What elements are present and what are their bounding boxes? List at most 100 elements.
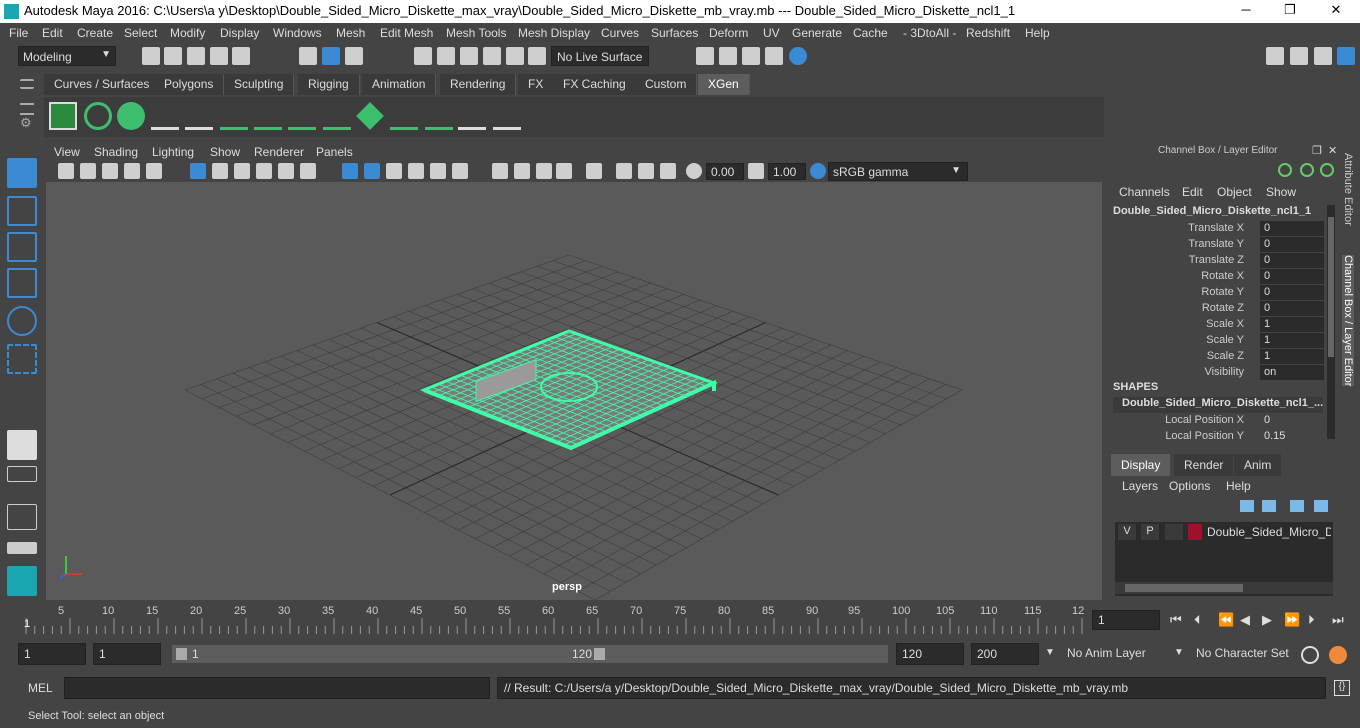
menu-edit[interactable]: Edit bbox=[42, 26, 63, 40]
gear-icon[interactable]: ⚙ bbox=[20, 115, 32, 131]
render-view-icon[interactable] bbox=[696, 47, 714, 65]
wireframe-on-shaded-icon[interactable] bbox=[234, 163, 250, 179]
attr-visibility[interactable]: Visibility on bbox=[1108, 365, 1324, 381]
range-end-handle[interactable] bbox=[594, 648, 605, 660]
channel-keyed-icon[interactable] bbox=[1278, 163, 1292, 177]
exposure-field[interactable]: 0.00 bbox=[706, 163, 744, 180]
go-to-end-icon[interactable]: ⏭ bbox=[1332, 612, 1344, 628]
menu-cache[interactable]: Cache bbox=[853, 26, 888, 40]
xgen-guides-to-curves-icon[interactable] bbox=[425, 102, 453, 130]
select-object-icon[interactable] bbox=[322, 47, 340, 65]
play-forwards-icon[interactable]: ▶ bbox=[1262, 612, 1272, 628]
layer-move-up-icon[interactable] bbox=[1240, 500, 1254, 512]
ipr-render-icon[interactable] bbox=[742, 47, 760, 65]
attr-value[interactable]: 0 bbox=[1260, 221, 1324, 236]
minimize-button[interactable]: ─ bbox=[1236, 2, 1256, 20]
attr-value[interactable]: 0 bbox=[1260, 285, 1324, 300]
attr-rotate-z[interactable]: Rotate Z 0 bbox=[1108, 301, 1324, 317]
xgen-collection-icon[interactable] bbox=[117, 102, 145, 130]
xgen-curves-to-guides-icon[interactable] bbox=[458, 102, 486, 130]
layer-h-scrollbar[interactable] bbox=[1115, 582, 1333, 594]
script-editor-icon[interactable]: {} bbox=[1334, 680, 1350, 696]
attr-translate-y[interactable]: Translate Y 0 bbox=[1108, 237, 1324, 253]
isolate-select-icon[interactable] bbox=[342, 163, 358, 179]
single-perspective-layout-icon[interactable] bbox=[7, 430, 37, 460]
cb-menu-object[interactable]: Object bbox=[1217, 185, 1252, 199]
cb-menu-channels[interactable]: Channels bbox=[1119, 185, 1170, 199]
menu-uv[interactable]: UV bbox=[763, 26, 780, 40]
colorspace-dropdown[interactable]: sRGB gamma ▼ bbox=[828, 162, 968, 181]
panel-menu-view[interactable]: View bbox=[54, 145, 80, 159]
menu-display[interactable]: Display bbox=[220, 26, 259, 40]
layer-menu-layers[interactable]: Layers bbox=[1122, 479, 1158, 493]
wireframe-mode-icon[interactable] bbox=[190, 163, 206, 179]
attr-value[interactable]: 0 bbox=[1260, 413, 1324, 428]
close-panel-icon[interactable]: ✕ bbox=[1328, 144, 1337, 157]
film-gate-icon[interactable] bbox=[146, 163, 162, 179]
attr-rotate-y[interactable]: Rotate Y 0 bbox=[1108, 285, 1324, 301]
menu-select[interactable]: Select bbox=[124, 26, 157, 40]
attr-value[interactable]: 0 bbox=[1260, 301, 1324, 316]
menu-deform[interactable]: Deform bbox=[709, 26, 748, 40]
xgen-place-guide-icon[interactable] bbox=[220, 102, 248, 130]
tab-rendering[interactable]: Rendering bbox=[440, 74, 517, 95]
auto-key-icon[interactable] bbox=[1301, 646, 1319, 664]
xgen-editor-icon[interactable] bbox=[49, 102, 77, 130]
command-input[interactable] bbox=[64, 677, 490, 699]
make-live-icon[interactable] bbox=[528, 47, 546, 65]
attr-local-position-y[interactable]: Local Position Y 0.15 bbox=[1108, 429, 1324, 445]
go-to-start-icon[interactable]: ⏮ bbox=[1170, 612, 1182, 628]
close-button[interactable]: ✕ bbox=[1326, 2, 1346, 20]
attr-value[interactable]: 0.15 bbox=[1260, 429, 1324, 444]
attr-translate-z[interactable]: Translate Z 0 bbox=[1108, 253, 1324, 269]
open-scene-icon[interactable] bbox=[164, 47, 182, 65]
hypershade-icon[interactable] bbox=[789, 47, 807, 65]
paint-select-tool-icon[interactable] bbox=[7, 232, 37, 262]
attr-scale-y[interactable]: Scale Y 1 bbox=[1108, 333, 1324, 349]
motion-blur-icon[interactable] bbox=[452, 163, 468, 179]
new-layer-icon[interactable] bbox=[1290, 500, 1304, 512]
xgen-bend-guide-icon[interactable] bbox=[390, 102, 418, 130]
tab-channel-box-layer-editor[interactable]: Channel Box / Layer Editor bbox=[1342, 255, 1354, 387]
tab-attribute-editor[interactable]: Attribute Editor bbox=[1342, 153, 1354, 226]
resolution-gate-icon[interactable] bbox=[536, 163, 552, 179]
tab-custom[interactable]: Custom bbox=[635, 74, 698, 95]
snap-curve-icon[interactable] bbox=[437, 47, 455, 65]
persp-outliner-layout-icon[interactable] bbox=[7, 504, 37, 530]
range-slider-track[interactable] bbox=[610, 645, 888, 663]
layer-move-down-icon[interactable] bbox=[1262, 500, 1276, 512]
tab-sculpting[interactable]: Sculpting bbox=[224, 74, 295, 95]
attr-translate-x[interactable]: Translate X 0 bbox=[1108, 221, 1324, 237]
safe-action-icon[interactable] bbox=[616, 163, 632, 179]
four-view-layout-icon[interactable] bbox=[7, 466, 37, 482]
tab-xgen[interactable]: XGen bbox=[698, 74, 750, 95]
maximize-button[interactable]: ❐ bbox=[1280, 2, 1300, 20]
playback-end-field[interactable]: 120 bbox=[896, 643, 964, 665]
depth-of-field-icon[interactable] bbox=[514, 163, 530, 179]
xgen-delete-guide-icon[interactable] bbox=[493, 102, 521, 130]
use-all-lights-icon[interactable] bbox=[278, 163, 294, 179]
tab-polygons[interactable]: Polygons bbox=[154, 74, 225, 95]
anim-layer-dropdown[interactable]: No Anim Layer bbox=[1062, 643, 1162, 665]
attr-value[interactable]: 1 bbox=[1260, 349, 1324, 364]
workspace-icon[interactable] bbox=[1266, 47, 1284, 65]
xray-joints-icon[interactable] bbox=[408, 163, 424, 179]
menu-generate[interactable]: Generate bbox=[792, 26, 842, 40]
select-tool-icon[interactable] bbox=[7, 158, 37, 188]
camera-attributes-icon[interactable] bbox=[58, 163, 74, 179]
undo-icon[interactable] bbox=[210, 47, 228, 65]
shelf-menu-icon[interactable] bbox=[20, 79, 34, 89]
new-scene-icon[interactable] bbox=[142, 47, 160, 65]
field-chart-icon[interactable] bbox=[586, 163, 602, 179]
snap-grid-icon[interactable] bbox=[414, 47, 432, 65]
maya-home-icon[interactable] bbox=[7, 566, 37, 596]
menu-create[interactable]: Create bbox=[77, 26, 113, 40]
grid-toggle-icon[interactable] bbox=[124, 163, 140, 179]
exposure-icon[interactable] bbox=[686, 163, 702, 179]
chevron-down-icon[interactable]: ▼ bbox=[1174, 647, 1184, 658]
attr-value[interactable]: 1 bbox=[1260, 333, 1324, 348]
attr-local-position-x[interactable]: Local Position X 0 bbox=[1108, 413, 1324, 429]
chevron-down-icon[interactable]: ▼ bbox=[1045, 647, 1055, 658]
live-surface-field[interactable]: No Live Surface bbox=[551, 46, 649, 66]
layer-tab-render[interactable]: Render bbox=[1174, 454, 1234, 476]
